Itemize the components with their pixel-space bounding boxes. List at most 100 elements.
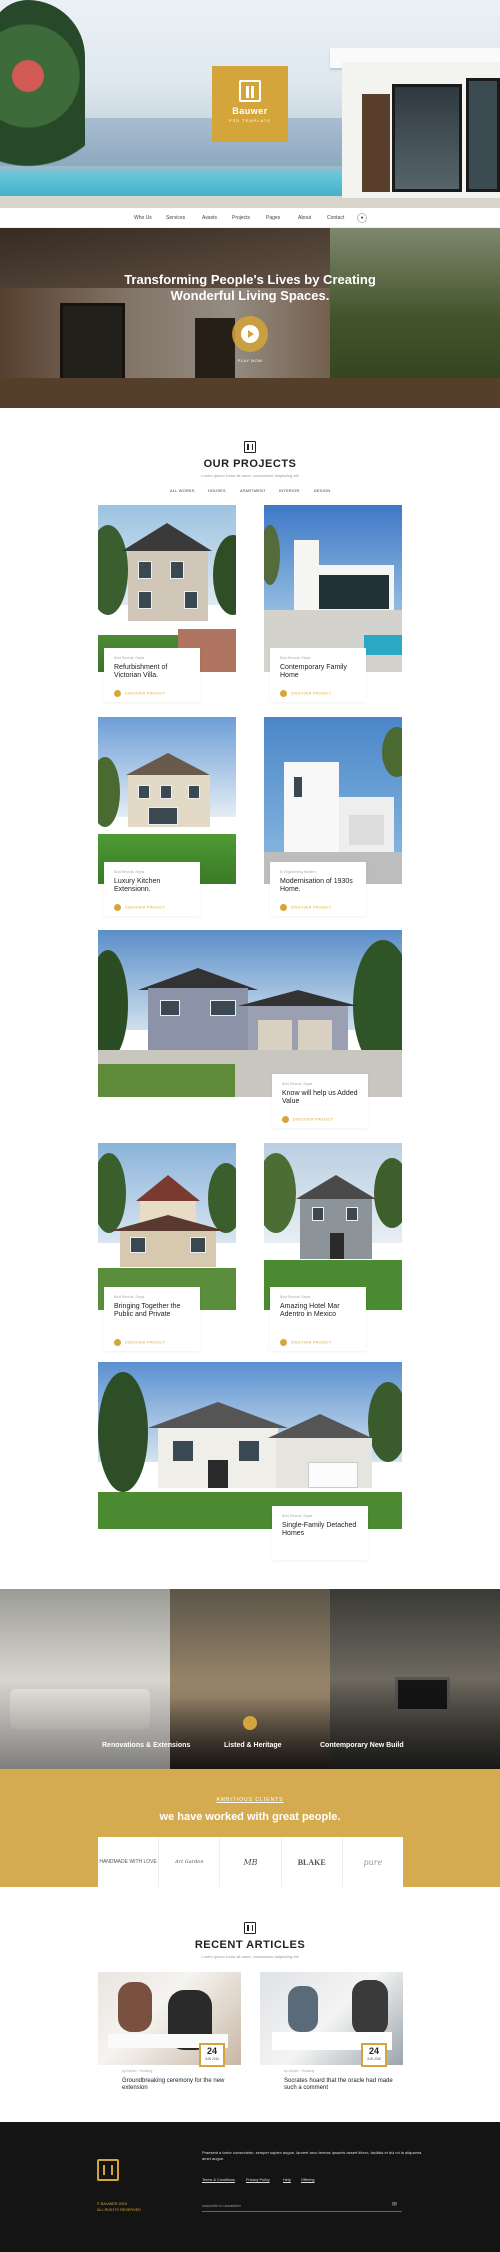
articles-section-icon — [244, 1922, 256, 1934]
service-listed-heritage[interactable]: Listed & Heritage — [224, 1742, 282, 1749]
client-logos: HANDMADE WITH LOVE Art Garden MB BLAKE p… — [98, 1837, 403, 1887]
project-image-2[interactable] — [264, 505, 402, 672]
nav-item-assets[interactable]: Assets — [202, 215, 217, 221]
arrow-icon — [280, 1339, 287, 1346]
projects-subtitle: Lorem Ipsum Dolor sit amet, consectetur … — [201, 473, 299, 478]
arrow-icon — [280, 690, 287, 697]
footer-link-offering[interactable]: Offering — [301, 2178, 314, 2182]
clients-kicker: AMBITIOUS CLIENTS — [216, 1797, 284, 1803]
services-strip: Renovations & Extensions Listed & Herita… — [0, 1589, 500, 1769]
discover-project-link[interactable]: DISCOVER PROJECT — [280, 690, 331, 697]
project-meta: Bold Revival, Sepia — [280, 656, 311, 660]
nav-item-services[interactable]: Services — [166, 215, 185, 221]
discover-project-link[interactable]: DISCOVER PROJECT — [282, 1116, 333, 1123]
articles-title: RECENT ARTICLES — [194, 1939, 306, 1951]
hero-house-window — [392, 84, 462, 192]
brand-tagline: PSD TEMPLATE — [228, 118, 272, 123]
project-image-1[interactable] — [98, 505, 236, 672]
project-title: Luxury Kitchen Extensionn. — [114, 878, 161, 893]
nav-item-about[interactable]: About — [298, 215, 311, 221]
project-title: Amazing Hotel Mar Adentro in Mexico — [280, 1303, 340, 1318]
project-image-7[interactable] — [264, 1143, 402, 1310]
nav-item-who-us[interactable]: Who Us — [134, 215, 152, 221]
arrow-icon — [114, 690, 121, 697]
project-meta: El Engineering Modern — [280, 870, 316, 874]
project-image-3[interactable] — [98, 717, 236, 884]
project-meta: Bold Revival, Sepia — [114, 1295, 145, 1299]
send-icon[interactable]: ✉ — [392, 2201, 397, 2208]
project-card-1: Bold Revival, Sepia Refurbishment of Vic… — [104, 648, 200, 702]
discover-project-link[interactable]: DISCOVER PROJECT — [114, 1339, 165, 1346]
footer-link-terms[interactable]: Terms & Conditions — [202, 2178, 235, 2182]
brand-logo[interactable]: Bauwer PSD TEMPLATE — [212, 66, 288, 142]
article-meta-1: by Admin · Housing — [122, 2069, 153, 2073]
project-title: Single-Family Detached Homes — [282, 1522, 357, 1537]
banner-title: Transforming People's Lives by Creating … — [124, 272, 376, 303]
hero-section: Bauwer PSD TEMPLATE — [0, 0, 500, 208]
main-nav: Who Us Services Assets Projects Pages Ab… — [0, 208, 500, 228]
footer-logo-icon[interactable] — [97, 2159, 119, 2181]
project-meta: Bold Revival, Sepia — [282, 1514, 313, 1518]
footer: © BAUWER 2019 ALL RIGHTS RESERVED Praese… — [0, 2122, 500, 2252]
filter-all-works[interactable]: ALL WORKS — [170, 489, 195, 493]
project-meta: Bold Revival, Sepia — [280, 1295, 311, 1299]
project-title: Bringing Together the Public and Private — [114, 1303, 181, 1318]
service-indicator-icon[interactable] — [243, 1716, 257, 1730]
project-image-8[interactable] — [98, 1362, 402, 1529]
project-meta: Bold Revival, Sepia — [114, 870, 145, 874]
project-card-8: Bold Revival, Sepia Single-Family Detach… — [272, 1506, 368, 1560]
project-image-4[interactable] — [264, 717, 402, 884]
project-title: Refurbishment of Victorian Villa. — [114, 664, 168, 679]
discover-project-link[interactable]: DISCOVER PROJECT — [114, 904, 165, 911]
discover-project-link[interactable]: DISCOVER PROJECT — [114, 690, 165, 697]
article-date-2: 24 JUN 2016 — [361, 2043, 387, 2067]
clients-section: AMBITIOUS CLIENTS we have worked with gr… — [0, 1769, 500, 1887]
brand-name: Bauwer — [232, 106, 268, 116]
filter-design[interactable]: DESIGN — [314, 489, 330, 493]
play-icon — [241, 325, 259, 343]
discover-project-link[interactable]: DISCOVER PROJECT — [280, 904, 331, 911]
project-image-6[interactable] — [98, 1143, 236, 1310]
newsletter-input[interactable]: subscribe to newsletter — [202, 2202, 402, 2212]
copyright-line-2: ALL RIGHTS RESERVED — [97, 2208, 141, 2212]
client-logo-art-garden: Art Garden — [159, 1837, 221, 1887]
client-logo-handmade: HANDMADE WITH LOVE — [98, 1837, 160, 1887]
projects-section-icon — [244, 441, 256, 453]
article-title-2[interactable]: Socrates hoard that the oracle had made … — [284, 2078, 394, 2092]
user-icon[interactable]: ● — [357, 213, 367, 223]
project-title: Know will help us Added Value — [282, 1090, 358, 1105]
hero-tree — [0, 0, 85, 190]
filter-houses[interactable]: HOUSES — [208, 489, 226, 493]
filter-interior[interactable]: INTERIOR — [279, 489, 300, 493]
project-card-4: El Engineering Modern Modernisation of 1… — [270, 862, 366, 916]
article-day: 24 — [368, 2046, 379, 2056]
project-card-2: Bold Revival, Sepia Contemporary Family … — [270, 648, 366, 702]
logo-mark-icon — [239, 80, 261, 102]
project-card-7: Bold Revival, Sepia Amazing Hotel Mar Ad… — [270, 1287, 366, 1351]
discover-project-link[interactable]: DISCOVER PROJECT — [280, 1339, 331, 1346]
play-button[interactable] — [232, 316, 268, 352]
filter-apartment[interactable]: APARTMENT — [240, 489, 266, 493]
hero-house-window-2 — [466, 78, 500, 192]
client-logo-mb: MB — [220, 1837, 282, 1887]
client-logo-pure: pure — [363, 1857, 383, 1867]
footer-link-privacy[interactable]: Privacy Policy — [246, 2178, 270, 2182]
project-meta: Bold Revival, Sepia — [282, 1082, 313, 1086]
client-logo-blake: BLAKE — [282, 1837, 343, 1887]
service-new-build[interactable]: Contemporary New Build — [320, 1742, 404, 1749]
projects-title: OUR PROJECTS — [203, 458, 297, 470]
nav-item-pages[interactable]: Pages — [266, 215, 280, 221]
project-image-5[interactable] — [98, 930, 402, 1097]
articles-subtitle: Lorem Ipsum Dolor sit amet, consectetur … — [201, 1954, 299, 1959]
footer-link-help[interactable]: Help — [283, 2178, 291, 2182]
project-card-3: Bold Revival, Sepia Luxury Kitchen Exten… — [104, 862, 200, 916]
nav-item-projects[interactable]: Projects — [232, 215, 250, 221]
footer-text: Praesent a tortor consectetur, semper sa… — [202, 2150, 422, 2161]
nav-item-contact[interactable]: Contact — [327, 215, 344, 221]
clients-title: we have worked with great people. — [159, 1811, 341, 1823]
project-title: Modernisation of 1930s Home. — [280, 878, 353, 893]
article-title-1[interactable]: Groundbreaking ceremony for the new exte… — [122, 2078, 232, 2092]
footer-copyright: © BAUWER 2019 ALL RIGHTS RESERVED — [97, 2201, 141, 2213]
service-renovations[interactable]: Renovations & Extensions — [102, 1742, 190, 1749]
article-date-1: 24 JUN 2016 — [199, 2043, 225, 2067]
